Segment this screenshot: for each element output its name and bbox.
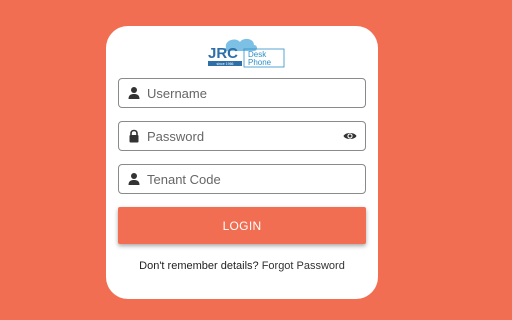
forgot-prompt: Don't remember details?: [139, 260, 262, 272]
logo-line2: Phone: [248, 58, 272, 67]
login-card: JRC since 1966 Desk Phone Username Tenan…: [106, 26, 378, 299]
tenant-code-field[interactable]: [118, 164, 366, 194]
password-field[interactable]: [118, 121, 366, 151]
username-field[interactable]: [118, 78, 366, 108]
jrc-desk-phone-logo: JRC since 1966 Desk Phone: [200, 34, 286, 68]
logo-brand-text: JRC: [208, 45, 238, 62]
username-input[interactable]: [147, 81, 347, 105]
login-button[interactable]: LOGIN: [118, 207, 366, 244]
password-input[interactable]: [147, 124, 347, 148]
person-icon: [128, 87, 140, 99]
eye-icon[interactable]: [343, 130, 357, 142]
person-icon: [128, 173, 140, 185]
forgot-password-link[interactable]: Forgot Password: [262, 260, 345, 272]
forgot-password-row: Don't remember details? Forgot Password: [106, 260, 378, 272]
logo-tagline: since 1966: [217, 62, 234, 66]
lock-icon: [129, 129, 139, 143]
tenant-code-input[interactable]: [147, 167, 347, 191]
